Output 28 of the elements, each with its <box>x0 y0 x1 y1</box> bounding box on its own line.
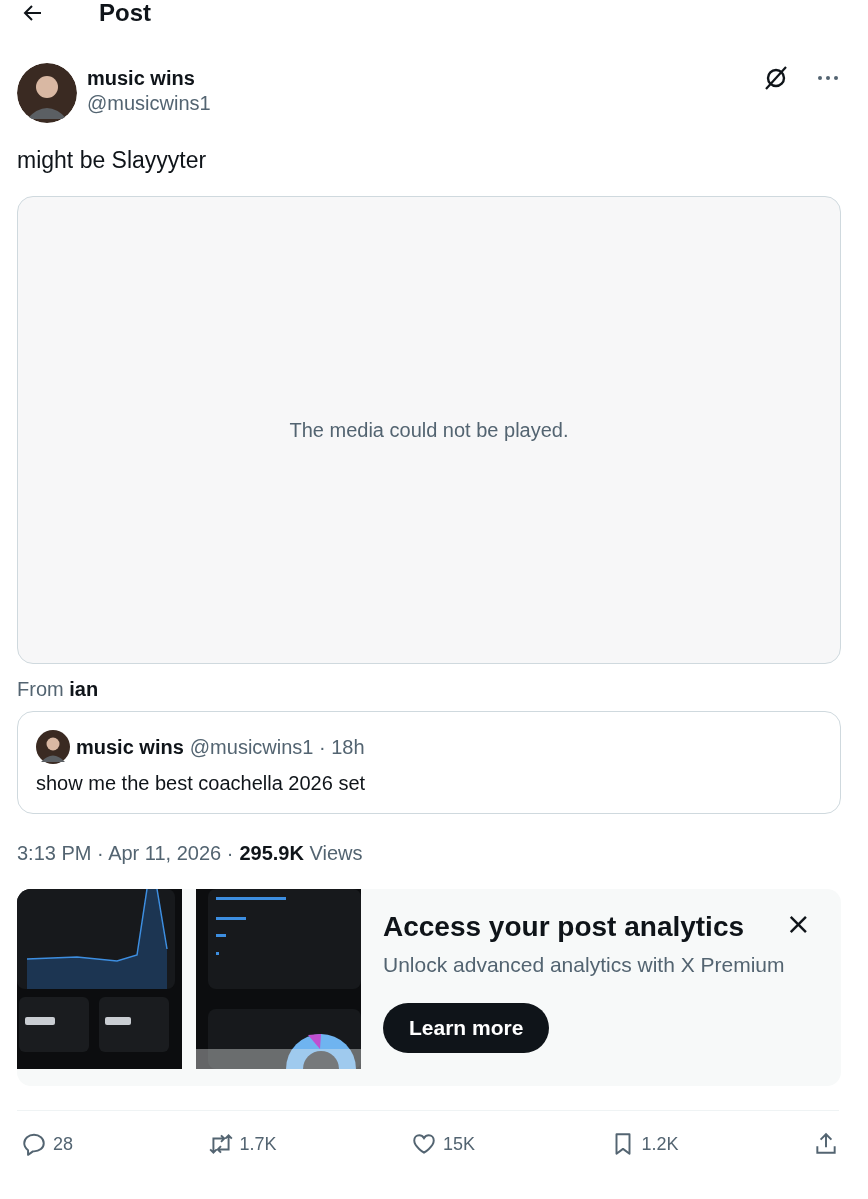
quoted-post-card[interactable]: music wins @musicwins1 · 18h show me the best coachella 2026 set <box>17 711 841 814</box>
quoted-post-text: show me the best coachella 2026 set <box>36 772 367 795</box>
quoted-author-handle: @musicwins1 · 18h <box>189 735 365 759</box>
attribution-text: From ian <box>17 678 100 701</box>
avatar-icon[interactable] <box>17 63 77 123</box>
repost-action[interactable]: 1.7K <box>207 1131 277 1157</box>
close-button[interactable]: × <box>785 909 811 939</box>
share-icon <box>813 1131 839 1157</box>
post-text: might be Slayyyter <box>17 147 208 174</box>
promo-title: Access your post analytics <box>383 911 746 943</box>
share-action[interactable] <box>813 1131 839 1157</box>
view-count[interactable]: 295.9K Views <box>239 842 363 865</box>
promo-subtitle: Unlock advanced analytics with X Premium <box>383 953 785 977</box>
learn-more-button[interactable]: Learn more <box>383 1003 550 1053</box>
media-error-text: The media could not be played. <box>289 418 569 442</box>
avatar-icon <box>36 730 70 764</box>
author-name[interactable]: music wins <box>87 67 753 90</box>
more-icon[interactable] <box>817 75 839 81</box>
speech-bubble-icon <box>21 1131 47 1157</box>
reply-action[interactable]: 28 <box>21 1131 74 1157</box>
page-title: Post <box>99 0 151 27</box>
bookmark-action[interactable]: 1.2K <box>609 1131 679 1157</box>
author-handle[interactable]: @musicwins1 <box>87 92 753 115</box>
quoted-author-name: music wins <box>76 735 184 759</box>
post-timestamp[interactable]: 3:13 PM · Apr 11, 2026 · <box>17 842 234 865</box>
repost-icon <box>207 1131 234 1157</box>
like-action[interactable]: 15K <box>411 1131 476 1157</box>
slashed-circle-icon[interactable] <box>763 65 789 91</box>
